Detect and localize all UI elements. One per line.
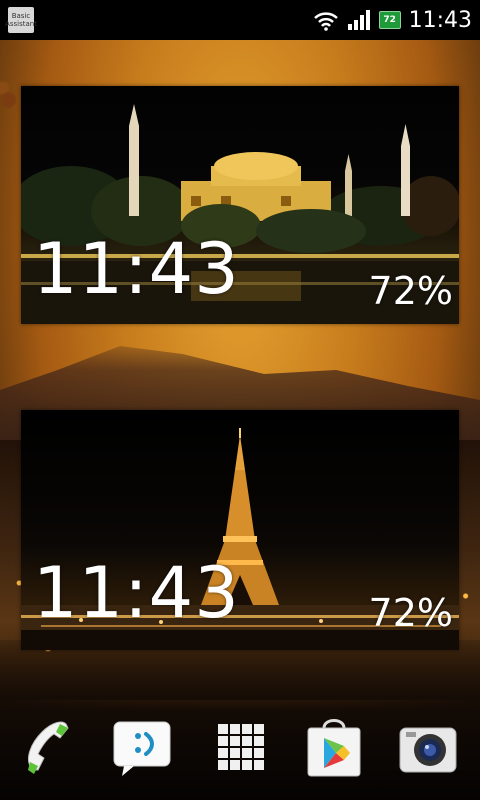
notification-app-icon[interactable]: Basic Assistant bbox=[5, 7, 37, 33]
widget-battery-percent: 72% bbox=[368, 269, 453, 313]
clock-widget-eiffel-tower[interactable]: 11:43 72% bbox=[21, 410, 459, 650]
phone-icon[interactable] bbox=[16, 714, 80, 780]
signal-icon bbox=[347, 10, 370, 30]
notification-app-label-2: Assistant bbox=[5, 20, 37, 28]
widget-clock-time: 11:43 bbox=[33, 552, 240, 634]
widget-clock-time: 11:43 bbox=[33, 228, 240, 310]
notification-app-label-1: Basic bbox=[11, 12, 31, 20]
status-bar[interactable]: Basic Assistant 72 11:43 bbox=[0, 0, 480, 40]
battery-icon: 72 bbox=[378, 11, 401, 29]
camera-icon[interactable] bbox=[396, 714, 460, 780]
wifi-icon bbox=[313, 12, 338, 31]
app-drawer-icon[interactable] bbox=[208, 714, 272, 780]
widget-battery-percent: 72% bbox=[368, 591, 453, 635]
status-time: 11:43 bbox=[408, 7, 472, 33]
clock-widget-hagia-sophia[interactable]: 11:43 72% bbox=[21, 86, 459, 324]
play-store-icon[interactable] bbox=[302, 714, 366, 780]
battery-level-text: 72 bbox=[383, 15, 396, 25]
messaging-icon[interactable] bbox=[110, 714, 174, 780]
dock bbox=[0, 700, 480, 800]
